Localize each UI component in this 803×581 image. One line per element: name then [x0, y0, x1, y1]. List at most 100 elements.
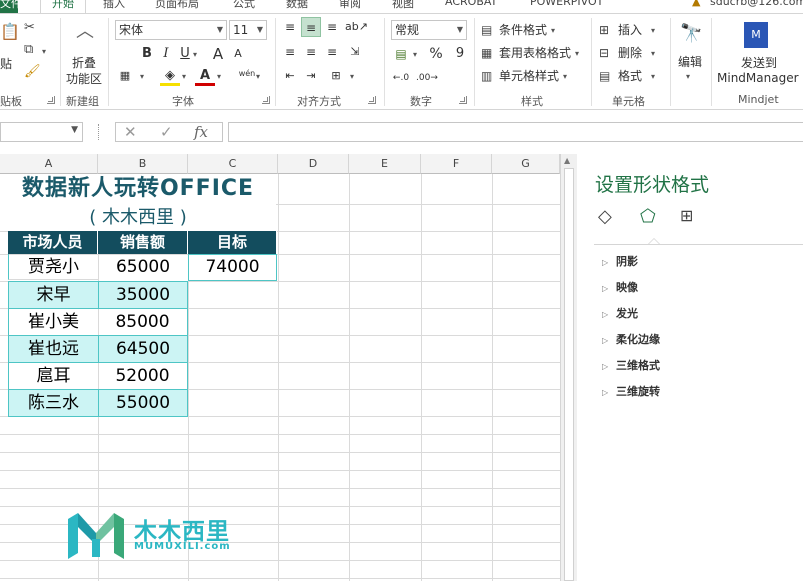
section-glow[interactable]: ▷ 发光	[602, 305, 638, 321]
editing-button[interactable]: 编辑	[678, 54, 702, 70]
cell-name[interactable]: 崔小美	[8, 309, 98, 335]
column-header-e[interactable]: E	[349, 154, 421, 174]
tab-formulas[interactable]: 公式	[233, 0, 255, 11]
cell-sales[interactable]: 64500	[98, 335, 188, 363]
account-email[interactable]: sducrb@126.com	[710, 0, 803, 8]
header-sales-person[interactable]: 市场人员	[8, 231, 98, 254]
column-header-c[interactable]: C	[188, 154, 278, 174]
tab-insert[interactable]: 插入	[103, 0, 125, 11]
percent-button[interactable]: %	[426, 44, 446, 64]
align-middle-icon[interactable]: ≡	[301, 17, 321, 37]
chevron-down-icon[interactable]: ▾	[651, 26, 655, 35]
column-header-b[interactable]: B	[98, 154, 188, 174]
font-size-select[interactable]: 11 ▼	[229, 20, 267, 40]
align-center-icon[interactable]: ≡	[301, 42, 321, 62]
cell-sales[interactable]: 55000	[98, 389, 188, 417]
delete-cells-icon[interactable]: ⊟	[599, 45, 609, 61]
size-properties-icon[interactable]: ⊞	[680, 206, 693, 225]
collapse-ribbon-label-2[interactable]: 功能区	[66, 71, 102, 87]
section-reflection[interactable]: ▷ 映像	[602, 279, 638, 295]
border-icon[interactable]: ▦	[115, 66, 135, 86]
tab-acrobat[interactable]: ACROBAT	[445, 0, 497, 8]
delete-cells-button[interactable]: 删除	[618, 45, 642, 61]
chevron-down-icon[interactable]: ▾	[42, 47, 46, 56]
formula-input[interactable]	[228, 122, 803, 142]
wrap-text-icon[interactable]: ⇲	[345, 42, 365, 62]
sheet-title[interactable]: 数据新人玩转OFFICE	[0, 174, 276, 204]
cell-styles-button[interactable]: 单元格样式	[499, 68, 559, 84]
binoculars-icon[interactable]: 🔭	[680, 25, 702, 43]
scrollbar-thumb[interactable]	[564, 168, 574, 581]
chevron-down-icon[interactable]: ▾	[563, 72, 567, 81]
effects-icon[interactable]: ⬠	[640, 206, 656, 227]
chevron-down-icon[interactable]: ▾	[350, 72, 354, 81]
comma-button[interactable]: 9	[450, 44, 470, 64]
align-top-icon[interactable]: ≡	[280, 17, 300, 37]
name-box[interactable]: ▼	[0, 122, 83, 142]
scroll-up-icon[interactable]: ▲	[564, 156, 570, 165]
cell-sales[interactable]: 65000	[98, 254, 188, 280]
increase-indent-icon[interactable]: ⇥	[301, 66, 321, 86]
send-to-label[interactable]: 发送到	[741, 55, 777, 71]
chevron-down-icon[interactable]: ▾	[413, 50, 417, 59]
format-painter-icon[interactable]: 🖌	[24, 64, 41, 80]
font-color-button[interactable]: A	[195, 66, 215, 86]
insert-cells-button[interactable]: 插入	[618, 22, 642, 38]
number-launcher-icon[interactable]	[459, 96, 467, 104]
copy-icon[interactable]: ⧉	[24, 42, 33, 58]
chevron-down-icon[interactable]: ▾	[651, 72, 655, 81]
decrease-decimal-icon[interactable]: .00→	[416, 68, 438, 88]
chevron-up-icon[interactable]: ︿	[76, 23, 94, 41]
section-3d-rotation[interactable]: ▷ 三维旋转	[602, 383, 660, 399]
fill-color-icon[interactable]: ◈	[160, 66, 180, 86]
paste-icon[interactable]: 📋	[0, 24, 20, 40]
fill-line-icon[interactable]: ◇	[598, 206, 612, 227]
vertical-scrollbar[interactable]: ▲	[560, 154, 577, 581]
cell-name[interactable]: 宋早	[8, 281, 99, 309]
align-bottom-icon[interactable]: ≡	[322, 17, 342, 37]
mindmanager-icon[interactable]: M	[744, 22, 768, 48]
decrease-indent-icon[interactable]: ⇤	[280, 66, 300, 86]
column-header-a[interactable]: A	[0, 154, 98, 174]
chevron-down-icon[interactable]: ▾	[575, 49, 579, 58]
orientation-icon[interactable]: ab↗	[345, 17, 368, 37]
italic-button[interactable]: I	[156, 44, 176, 64]
chevron-down-icon[interactable]: ▾	[140, 72, 144, 81]
section-3d-format[interactable]: ▷ 三维格式	[602, 357, 660, 373]
bold-button[interactable]: B	[137, 44, 157, 64]
chevron-down-icon[interactable]: ▾	[551, 26, 555, 35]
section-shadow[interactable]: ▷ 阴影	[602, 253, 638, 269]
tab-page-layout[interactable]: 页面布局	[155, 0, 199, 11]
format-cells-icon[interactable]: ▤	[599, 68, 610, 84]
collapse-ribbon-label[interactable]: 折叠	[72, 55, 96, 71]
paste-label[interactable]: 贴	[0, 56, 12, 72]
tab-data[interactable]: 数据	[286, 0, 308, 11]
section-soft-edges[interactable]: ▷ 柔化边缘	[602, 331, 660, 347]
conditional-format-button[interactable]: 条件格式	[499, 22, 547, 38]
format-as-table-button[interactable]: 套用表格格式	[499, 45, 571, 61]
tab-powerpivot[interactable]: POWERPIVOT	[530, 0, 603, 8]
merge-center-icon[interactable]: ⊞	[326, 66, 346, 86]
mindmanager-label[interactable]: MindManager	[717, 70, 799, 86]
cell-sales[interactable]: 85000	[98, 309, 188, 335]
number-format-select[interactable]: 常规 ▼	[391, 20, 467, 40]
cell-name[interactable]: 贾尧小	[8, 254, 98, 280]
currency-icon[interactable]: ▤	[391, 44, 411, 64]
cell-name[interactable]: 扈耳	[8, 363, 98, 389]
align-left-icon[interactable]: ≡	[280, 42, 300, 62]
format-cells-button[interactable]: 格式	[618, 68, 642, 84]
cut-icon[interactable]: ✂	[24, 20, 35, 36]
chevron-down-icon[interactable]: ▾	[217, 72, 221, 81]
increase-decimal-icon[interactable]: ←.0	[391, 68, 411, 88]
tab-view[interactable]: 视图	[392, 0, 414, 11]
cell-sales[interactable]: 52000	[98, 363, 188, 389]
cell-styles-icon[interactable]: ▥	[481, 68, 492, 84]
font-launcher-icon[interactable]	[262, 96, 270, 104]
chevron-down-icon[interactable]: ▾	[182, 72, 186, 81]
insert-cells-icon[interactable]: ⊞	[599, 22, 609, 38]
column-header-g[interactable]: G	[492, 154, 560, 174]
cell-sales[interactable]: 35000	[98, 281, 188, 309]
phonetic-button[interactable]: wén	[237, 64, 257, 84]
column-header-d[interactable]: D	[278, 154, 349, 174]
column-header-f[interactable]: F	[421, 154, 492, 174]
